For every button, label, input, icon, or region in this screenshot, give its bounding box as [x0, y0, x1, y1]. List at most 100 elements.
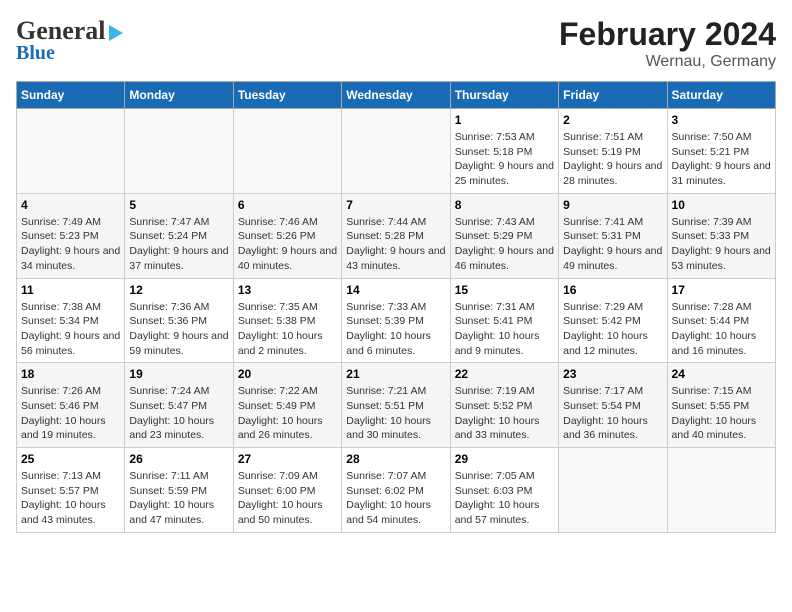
- calendar-cell: 24 Sunrise: 7:15 AMSunset: 5:55 PMDayligh…: [667, 363, 775, 448]
- day-header-monday: Monday: [125, 82, 233, 109]
- day-info: Sunrise: 7:43 AMSunset: 5:29 PMDaylight:…: [455, 215, 554, 274]
- page-title: February 2024: [559, 16, 776, 53]
- day-number: 15: [455, 283, 554, 297]
- day-number: 17: [672, 283, 771, 297]
- day-info: Sunrise: 7:29 AMSunset: 5:42 PMDaylight:…: [563, 300, 662, 359]
- day-info: Sunrise: 7:13 AMSunset: 5:57 PMDaylight:…: [21, 469, 120, 528]
- calendar-cell: 4 Sunrise: 7:49 AMSunset: 5:23 PMDaylight…: [17, 193, 125, 278]
- calendar-cell: [559, 448, 667, 533]
- calendar-cell: 18 Sunrise: 7:26 AMSunset: 5:46 PMDayligh…: [17, 363, 125, 448]
- calendar-cell: 22 Sunrise: 7:19 AMSunset: 5:52 PMDayligh…: [450, 363, 558, 448]
- day-number: 28: [346, 452, 445, 466]
- day-number: 14: [346, 283, 445, 297]
- day-number: 20: [238, 367, 337, 381]
- day-number: 8: [455, 198, 554, 212]
- day-info: Sunrise: 7:50 AMSunset: 5:21 PMDaylight:…: [672, 130, 771, 189]
- calendar-cell: 26Sunrise: 7:11 AMSunset: 5:59 PMDayligh…: [125, 448, 233, 533]
- page-subtitle: Wernau, Germany: [559, 53, 776, 71]
- day-number: 6: [238, 198, 337, 212]
- day-number: 21: [346, 367, 445, 381]
- page-header: General Blue February 2024 Wernau, Germa…: [16, 16, 776, 71]
- day-info: Sunrise: 7:33 AMSunset: 5:39 PMDaylight:…: [346, 300, 445, 359]
- day-info: Sunrise: 7:17 AMSunset: 5:54 PMDaylight:…: [563, 384, 662, 443]
- day-header-wednesday: Wednesday: [342, 82, 450, 109]
- day-info: Sunrise: 7:19 AMSunset: 5:52 PMDaylight:…: [455, 384, 554, 443]
- calendar-cell: 15 Sunrise: 7:31 AMSunset: 5:41 PMDayligh…: [450, 278, 558, 363]
- day-number: 23: [563, 367, 662, 381]
- calendar-cell: 23 Sunrise: 7:17 AMSunset: 5:54 PMDayligh…: [559, 363, 667, 448]
- calendar-week-2: 4 Sunrise: 7:49 AMSunset: 5:23 PMDaylight…: [17, 193, 776, 278]
- day-info: Sunrise: 7:24 AMSunset: 5:47 PMDaylight:…: [129, 384, 228, 443]
- day-info: Sunrise: 7:28 AMSunset: 5:44 PMDaylight:…: [672, 300, 771, 359]
- calendar-cell: 11 Sunrise: 7:38 AMSunset: 5:34 PMDayligh…: [17, 278, 125, 363]
- day-number: 19: [129, 367, 228, 381]
- day-number: 27: [238, 452, 337, 466]
- logo-arrow-icon: [109, 25, 123, 41]
- day-info: Sunrise: 7:26 AMSunset: 5:46 PMDaylight:…: [21, 384, 120, 443]
- calendar-cell: 8 Sunrise: 7:43 AMSunset: 5:29 PMDaylight…: [450, 193, 558, 278]
- calendar-cell: [342, 109, 450, 194]
- calendar-cell: [17, 109, 125, 194]
- day-info: Sunrise: 7:49 AMSunset: 5:23 PMDaylight:…: [21, 215, 120, 274]
- calendar-week-4: 18 Sunrise: 7:26 AMSunset: 5:46 PMDayligh…: [17, 363, 776, 448]
- day-number: 13: [238, 283, 337, 297]
- day-header-sunday: Sunday: [17, 82, 125, 109]
- day-number: 29: [455, 452, 554, 466]
- day-info: Sunrise: 7:36 AMSunset: 5:36 PMDaylight:…: [129, 300, 228, 359]
- calendar-cell: [233, 109, 341, 194]
- calendar-cell: 29 Sunrise: 7:05 AMSunset: 6:03 PMDayligh…: [450, 448, 558, 533]
- day-number: 7: [346, 198, 445, 212]
- day-number: 10: [672, 198, 771, 212]
- day-number: 3: [672, 113, 771, 127]
- logo-blue: Blue: [16, 42, 55, 65]
- calendar-week-1: 1Sunrise: 7:53 AMSunset: 5:18 PMDaylight…: [17, 109, 776, 194]
- calendar-cell: 2Sunrise: 7:51 AMSunset: 5:19 PMDaylight…: [559, 109, 667, 194]
- day-number: 16: [563, 283, 662, 297]
- day-info: Sunrise: 7:39 AMSunset: 5:33 PMDaylight:…: [672, 215, 771, 274]
- calendar-cell: [125, 109, 233, 194]
- day-number: 1: [455, 113, 554, 127]
- day-header-thursday: Thursday: [450, 82, 558, 109]
- day-number: 11: [21, 283, 120, 297]
- day-info: Sunrise: 7:11 AMSunset: 5:59 PMDaylight:…: [129, 469, 228, 528]
- calendar-cell: [667, 448, 775, 533]
- day-info: Sunrise: 7:44 AMSunset: 5:28 PMDaylight:…: [346, 215, 445, 274]
- day-number: 12: [129, 283, 228, 297]
- logo: General Blue: [16, 16, 123, 65]
- day-number: 2: [563, 113, 662, 127]
- calendar-week-3: 11 Sunrise: 7:38 AMSunset: 5:34 PMDayligh…: [17, 278, 776, 363]
- calendar-cell: 6 Sunrise: 7:46 AMSunset: 5:26 PMDaylight…: [233, 193, 341, 278]
- day-info: Sunrise: 7:35 AMSunset: 5:38 PMDaylight:…: [238, 300, 337, 359]
- calendar-cell: 19 Sunrise: 7:24 AMSunset: 5:47 PMDayligh…: [125, 363, 233, 448]
- day-number: 18: [21, 367, 120, 381]
- calendar-header-row: SundayMondayTuesdayWednesdayThursdayFrid…: [17, 82, 776, 109]
- day-info: Sunrise: 7:41 AMSunset: 5:31 PMDaylight:…: [563, 215, 662, 274]
- calendar-cell: 27 Sunrise: 7:09 AMSunset: 6:00 PMDayligh…: [233, 448, 341, 533]
- day-info: Sunrise: 7:46 AMSunset: 5:26 PMDaylight:…: [238, 215, 337, 274]
- day-info: Sunrise: 7:47 AMSunset: 5:24 PMDaylight:…: [129, 215, 228, 274]
- calendar-cell: 13 Sunrise: 7:35 AMSunset: 5:38 PMDayligh…: [233, 278, 341, 363]
- calendar-cell: 7 Sunrise: 7:44 AMSunset: 5:28 PMDaylight…: [342, 193, 450, 278]
- calendar-cell: 3 Sunrise: 7:50 AMSunset: 5:21 PMDaylight…: [667, 109, 775, 194]
- day-number: 4: [21, 198, 120, 212]
- day-info: Sunrise: 7:38 AMSunset: 5:34 PMDaylight:…: [21, 300, 120, 359]
- day-number: 22: [455, 367, 554, 381]
- day-info: Sunrise: 7:09 AMSunset: 6:00 PMDaylight:…: [238, 469, 337, 528]
- calendar-table: SundayMondayTuesdayWednesdayThursdayFrid…: [16, 81, 776, 533]
- calendar-cell: 17 Sunrise: 7:28 AMSunset: 5:44 PMDayligh…: [667, 278, 775, 363]
- day-info: Sunrise: 7:07 AMSunset: 6:02 PMDaylight:…: [346, 469, 445, 528]
- calendar-cell: 12 Sunrise: 7:36 AMSunset: 5:36 PMDayligh…: [125, 278, 233, 363]
- day-info: Sunrise: 7:22 AMSunset: 5:49 PMDaylight:…: [238, 384, 337, 443]
- day-header-tuesday: Tuesday: [233, 82, 341, 109]
- calendar-cell: 28 Sunrise: 7:07 AMSunset: 6:02 PMDayligh…: [342, 448, 450, 533]
- day-info: Sunrise: 7:05 AMSunset: 6:03 PMDaylight:…: [455, 469, 554, 528]
- day-number: 9: [563, 198, 662, 212]
- day-info: Sunrise: 7:15 AMSunset: 5:55 PMDaylight:…: [672, 384, 771, 443]
- calendar-cell: 20 Sunrise: 7:22 AMSunset: 5:49 PMDayligh…: [233, 363, 341, 448]
- calendar-cell: 1Sunrise: 7:53 AMSunset: 5:18 PMDaylight…: [450, 109, 558, 194]
- title-block: February 2024 Wernau, Germany: [559, 16, 776, 71]
- day-number: 24: [672, 367, 771, 381]
- day-header-saturday: Saturday: [667, 82, 775, 109]
- day-info: Sunrise: 7:31 AMSunset: 5:41 PMDaylight:…: [455, 300, 554, 359]
- calendar-cell: 25Sunrise: 7:13 AMSunset: 5:57 PMDayligh…: [17, 448, 125, 533]
